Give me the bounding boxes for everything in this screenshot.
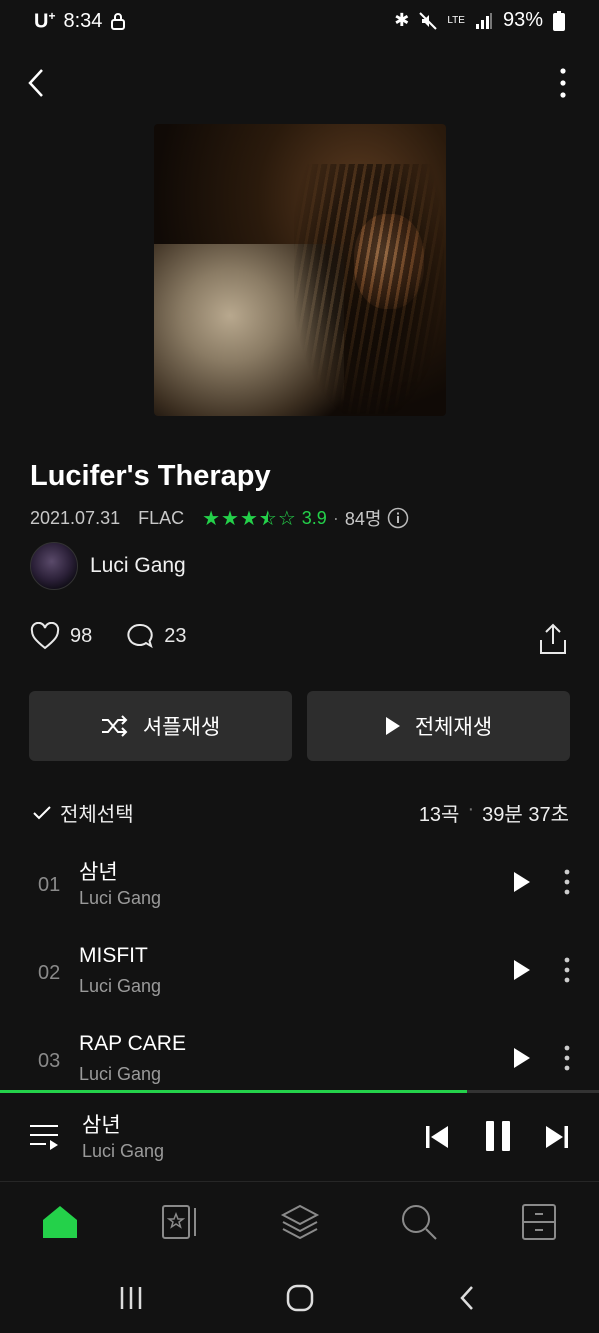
battery-percent: 93% (502, 9, 543, 31)
system-navigation-bar (0, 1262, 599, 1333)
track-number: 01 (38, 874, 61, 896)
artist-row[interactable]: Luci Gang (30, 542, 186, 590)
track-count: 13곡 (418, 804, 460, 826)
now-playing-artist[interactable]: Luci Gang (82, 1141, 164, 1162)
network-label: LTE (447, 15, 465, 26)
layers-icon[interactable] (280, 1202, 320, 1242)
signal-icon (475, 12, 492, 29)
bluetooth-icon: ✱ (394, 10, 410, 30)
like-count[interactable]: 98 (70, 625, 92, 648)
rating-value: 3.9 (301, 507, 327, 528)
shuffle-play-button[interactable]: 셔플재생 (29, 691, 292, 761)
back-nav-icon[interactable] (456, 1284, 480, 1312)
check-icon (33, 805, 51, 819)
rating-stars[interactable]: ★ ★ ★ ☆★ ☆ (202, 506, 296, 531)
social-actions: 98 23 (30, 622, 187, 650)
artist-avatar[interactable] (30, 542, 78, 590)
star-icon: ★ (221, 507, 239, 530)
back-icon[interactable] (26, 66, 48, 100)
play-icon[interactable] (512, 958, 532, 982)
previous-icon[interactable] (424, 1123, 450, 1151)
pause-icon[interactable] (483, 1119, 513, 1153)
track-number: 02 (38, 962, 61, 984)
track-title[interactable]: RAP CARE (79, 1032, 186, 1056)
storage-icon[interactable] (519, 1202, 559, 1242)
play-icon[interactable] (512, 1046, 532, 1070)
star-icon: ★ (239, 507, 258, 530)
now-playing-title[interactable]: 삼년 (82, 1109, 121, 1139)
carrier: U+ (34, 9, 56, 33)
select-all[interactable]: 전체선택 (32, 798, 134, 827)
album-title: Lucifer's Therapy (30, 460, 271, 492)
shuffle-play-label: 셔플재생 (142, 716, 221, 739)
heart-icon[interactable] (30, 622, 60, 650)
search-icon[interactable] (399, 1202, 439, 1242)
comment-count[interactable]: 23 (164, 625, 186, 648)
lock-icon (111, 13, 126, 31)
select-all-label: 전체선택 (60, 804, 134, 826)
home-button-icon[interactable] (286, 1284, 314, 1312)
rating-count: 84명 (344, 509, 382, 529)
release-date: 2021.07.31 (30, 507, 121, 528)
tracklist-summary: 13곡 · 39분 37초 (418, 798, 569, 826)
home-icon[interactable] (40, 1202, 80, 1242)
info-icon[interactable] (387, 507, 409, 529)
play-icon[interactable] (512, 870, 532, 894)
next-icon[interactable] (544, 1123, 570, 1151)
share-icon[interactable] (538, 622, 568, 656)
track-row[interactable]: 02 MISFIT Luci Gang (0, 940, 599, 1028)
artist-name[interactable]: Luci Gang (90, 554, 186, 578)
half-star-icon: ☆★ (258, 507, 277, 530)
more-options-icon[interactable] (557, 1044, 577, 1072)
track-artist[interactable]: Luci Gang (79, 888, 161, 909)
comment-icon[interactable] (126, 622, 154, 650)
track-artist[interactable]: Luci Gang (79, 1064, 161, 1085)
status-bar: U+ 8:34 ✱ LTE 93% (0, 0, 599, 42)
mini-player[interactable]: 삼년 Luci Gang (0, 1093, 599, 1182)
star-icon: ★ (202, 507, 221, 530)
track-title[interactable]: 삼년 (79, 856, 118, 886)
bottom-tab-bar (0, 1182, 599, 1262)
track-artist[interactable]: Luci Gang (79, 976, 161, 997)
empty-star-icon: ☆ (277, 507, 296, 530)
library-icon[interactable] (160, 1202, 200, 1242)
audio-format: FLAC (138, 507, 185, 528)
shuffle-icon (101, 715, 128, 737)
track-row[interactable]: 01 삼년 Luci Gang (0, 852, 599, 940)
battery-icon (553, 10, 565, 31)
clock: 8:34 (63, 9, 103, 32)
recent-apps-icon[interactable] (118, 1284, 146, 1312)
play-all-label: 전체재생 (414, 716, 493, 739)
mute-icon (419, 11, 438, 30)
playlist-icon[interactable] (28, 1121, 62, 1153)
total-duration: 39분 37초 (482, 804, 569, 826)
more-options-icon[interactable] (552, 66, 574, 100)
track-number: 03 (38, 1050, 61, 1072)
album-cover[interactable] (154, 124, 446, 416)
more-options-icon[interactable] (557, 956, 577, 984)
album-meta: 2021.07.31 FLAC ★ ★ ★ ☆★ ☆ 3.9 · 84명 (30, 505, 409, 531)
play-icon (385, 717, 400, 735)
more-options-icon[interactable] (557, 868, 577, 896)
track-title[interactable]: MISFIT (79, 944, 148, 968)
play-all-button[interactable]: 전체재생 (307, 691, 570, 761)
